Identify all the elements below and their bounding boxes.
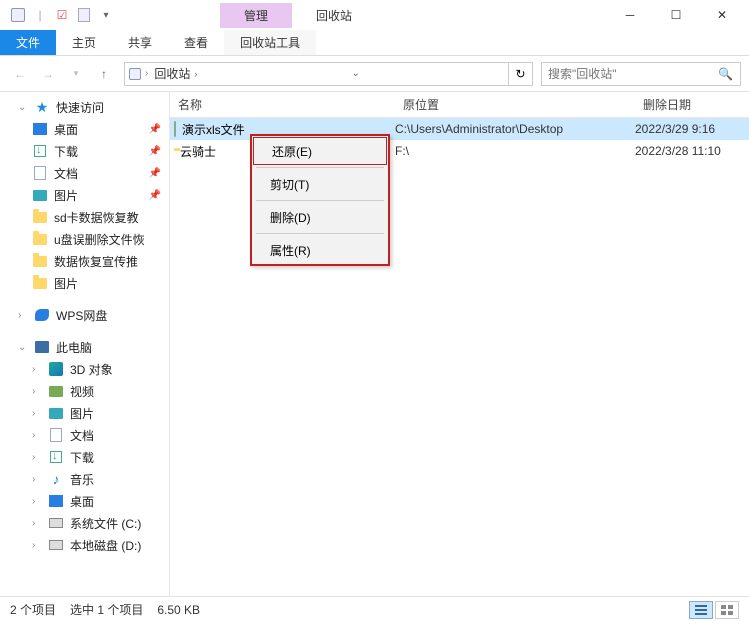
minimize-button[interactable]: ─ bbox=[607, 0, 653, 30]
file-date: 2022/3/29 9:16 bbox=[635, 122, 749, 136]
sidebar-documents[interactable]: 文档📌 bbox=[0, 162, 169, 184]
navigation-pane[interactable]: ⌄★快速访问 桌面📌 下载📌 文档📌 图片📌 sd卡数据恢复教 u盘误删除文件恢… bbox=[0, 92, 170, 596]
menu-separator bbox=[256, 233, 384, 234]
sidebar-usb-recovery[interactable]: u盘误删除文件恢 bbox=[0, 228, 169, 250]
address-dropdown-icon[interactable]: ⌄ bbox=[345, 68, 365, 79]
column-location[interactable]: 原位置 bbox=[395, 96, 635, 113]
search-input[interactable] bbox=[548, 67, 718, 81]
window-controls: ─ ☐ ✕ bbox=[607, 0, 745, 30]
status-selection: 选中 1 个项目 bbox=[70, 601, 143, 618]
ribbon-recycle-tools-tab[interactable]: 回收站工具 bbox=[224, 30, 316, 55]
file-name: 演示xls文件 bbox=[182, 121, 245, 138]
navigation-bar: ← → ▾ ↑ › 回收站 › ⌄ ↻ 🔍 bbox=[0, 56, 749, 92]
pin-icon: 📌 bbox=[149, 168, 165, 179]
menu-separator bbox=[256, 200, 384, 201]
sidebar-downloads-2[interactable]: ›下载 bbox=[0, 446, 169, 468]
ribbon-share-tab[interactable]: 共享 bbox=[112, 30, 168, 55]
address-bar[interactable]: › 回收站 › ⌄ ↻ bbox=[124, 62, 533, 86]
menu-separator bbox=[256, 167, 384, 168]
sidebar-documents-2[interactable]: ›文档 bbox=[0, 424, 169, 446]
qat-dropdown-icon[interactable]: ▾ bbox=[98, 7, 114, 23]
search-icon[interactable]: 🔍 bbox=[718, 67, 734, 81]
sidebar-downloads[interactable]: 下载📌 bbox=[0, 140, 169, 162]
context-menu-cut[interactable]: 剪切(T) bbox=[252, 170, 388, 198]
sidebar-this-pc[interactable]: ⌄此电脑 bbox=[0, 336, 169, 358]
file-location: F:\ bbox=[395, 144, 635, 158]
pin-icon: 📌 bbox=[149, 190, 165, 201]
sidebar-quick-access[interactable]: ⌄★快速访问 bbox=[0, 96, 169, 118]
ribbon-home-tab[interactable]: 主页 bbox=[56, 30, 112, 55]
pin-icon: 📌 bbox=[149, 124, 165, 135]
sidebar-desktop[interactable]: 桌面📌 bbox=[0, 118, 169, 140]
up-button[interactable]: ↑ bbox=[92, 62, 116, 86]
close-button[interactable]: ✕ bbox=[699, 0, 745, 30]
file-location: C:\Users\Administrator\Desktop bbox=[395, 122, 635, 136]
history-dropdown[interactable]: ▾ bbox=[64, 62, 88, 86]
view-details-button[interactable] bbox=[689, 601, 713, 619]
status-size: 6.50 KB bbox=[157, 603, 200, 617]
maximize-button[interactable]: ☐ bbox=[653, 0, 699, 30]
recycle-bin-icon bbox=[10, 7, 26, 23]
status-item-count: 2 个项目 bbox=[10, 601, 56, 618]
sidebar-music[interactable]: ›♪音乐 bbox=[0, 468, 169, 490]
recycle-bin-icon bbox=[125, 68, 145, 80]
sidebar-pictures-2[interactable]: 图片 bbox=[0, 272, 169, 294]
sidebar-sd-recovery[interactable]: sd卡数据恢复教 bbox=[0, 206, 169, 228]
pin-icon: 📌 bbox=[149, 146, 165, 157]
document-icon bbox=[174, 122, 176, 136]
title-bar: | ☑ ▾ 管理 回收站 ─ ☐ ✕ bbox=[0, 0, 749, 30]
context-menu: 还原(E) 剪切(T) 删除(D) 属性(R) bbox=[250, 134, 390, 266]
sidebar-data-recovery-promo[interactable]: 数据恢复宣传推 bbox=[0, 250, 169, 272]
contextual-tab-group: 管理 回收站 bbox=[220, 3, 376, 28]
ribbon-file-tab[interactable]: 文件 bbox=[0, 30, 56, 55]
file-date: 2022/3/28 11:10 bbox=[635, 144, 749, 158]
window-title: 回收站 bbox=[292, 3, 376, 28]
breadcrumb-segment[interactable]: 回收站 › bbox=[148, 65, 203, 82]
search-box[interactable]: 🔍 bbox=[541, 62, 741, 86]
column-name[interactable]: 名称 bbox=[170, 96, 395, 113]
ribbon-tabs: 文件 主页 共享 查看 回收站工具 bbox=[0, 30, 749, 56]
status-bar: 2 个项目 选中 1 个项目 6.50 KB bbox=[0, 596, 749, 622]
sidebar-drive-d[interactable]: ›本地磁盘 (D:) bbox=[0, 534, 169, 556]
file-name: 云骑士 bbox=[180, 143, 216, 160]
properties-icon[interactable] bbox=[76, 7, 92, 23]
sidebar-pictures-3[interactable]: ›图片 bbox=[0, 402, 169, 424]
sidebar-pictures[interactable]: 图片📌 bbox=[0, 184, 169, 206]
context-menu-delete[interactable]: 删除(D) bbox=[252, 203, 388, 231]
checkbox-icon[interactable]: ☑ bbox=[54, 7, 70, 23]
view-icons-button[interactable] bbox=[715, 601, 739, 619]
ribbon-view-tab[interactable]: 查看 bbox=[168, 30, 224, 55]
sidebar-3d-objects[interactable]: ›3D 对象 bbox=[0, 358, 169, 380]
column-headers: 名称 原位置 删除日期 bbox=[170, 92, 749, 118]
back-button[interactable]: ← bbox=[8, 62, 32, 86]
quick-access-toolbar: | ☑ ▾ bbox=[4, 7, 120, 23]
sidebar-desktop-2[interactable]: ›桌面 bbox=[0, 490, 169, 512]
sidebar-wps[interactable]: ›WPS网盘 bbox=[0, 304, 169, 326]
forward-button[interactable]: → bbox=[36, 62, 60, 86]
refresh-button[interactable]: ↻ bbox=[508, 63, 532, 85]
sidebar-videos[interactable]: ›视频 bbox=[0, 380, 169, 402]
context-menu-properties[interactable]: 属性(R) bbox=[252, 236, 388, 264]
column-date-deleted[interactable]: 删除日期 bbox=[635, 96, 749, 113]
qat-separator: | bbox=[32, 7, 48, 23]
context-menu-restore[interactable]: 还原(E) bbox=[253, 137, 387, 165]
manage-tab-header: 管理 bbox=[220, 3, 292, 28]
sidebar-drive-c[interactable]: ›系统文件 (C:) bbox=[0, 512, 169, 534]
